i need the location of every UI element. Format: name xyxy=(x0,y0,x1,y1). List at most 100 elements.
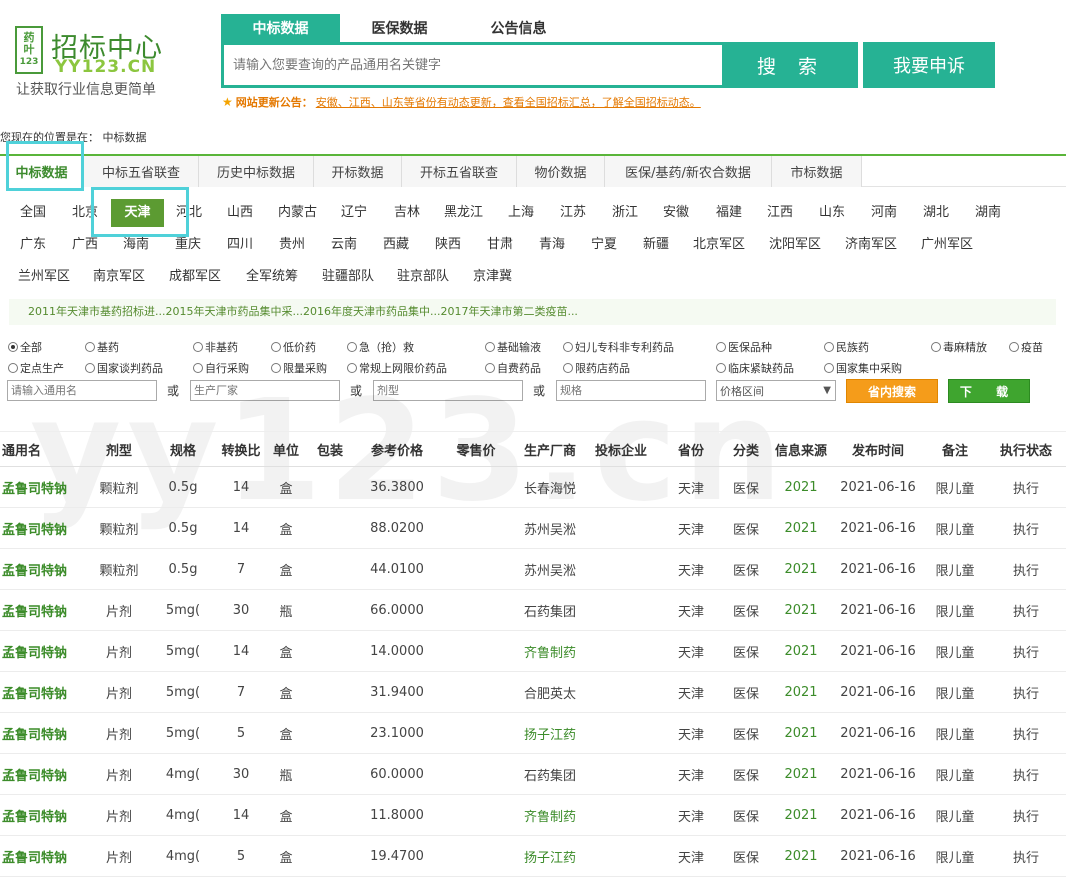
search-tab-insurance-data[interactable]: 医保数据 xyxy=(340,14,459,42)
table-row[interactable]: 孟鲁司特钠 片剂 4mg(5 盒 19.4700 扬子江药 天津 医保 2021 2021-06-… xyxy=(0,836,1066,877)
province-item[interactable]: 青海 xyxy=(539,231,565,259)
table-row[interactable]: 孟鲁司特钠 片剂 5mg(30 瓶 66.0000 石药集团 天津 医保 2021 2021-06… xyxy=(0,590,1066,631)
category-radio[interactable]: 妇儿专科非专利药品 xyxy=(563,339,674,355)
category-radio[interactable]: 急（抢）救 xyxy=(347,339,414,355)
province-item[interactable]: 山东 xyxy=(819,199,845,227)
province-item[interactable]: 广东 xyxy=(20,231,46,259)
cell-name[interactable]: 孟鲁司特钠 xyxy=(2,549,77,589)
cell-mfr[interactable]: 齐鲁制药 xyxy=(515,795,585,835)
tab-five-province[interactable]: 中标五省联查 xyxy=(84,156,199,187)
category-radio[interactable]: 限量采购 xyxy=(271,360,327,376)
tab-price-data[interactable]: 物价数据 xyxy=(517,156,605,187)
cell-src[interactable]: 2021 xyxy=(770,754,832,794)
province-item[interactable]: 上海 xyxy=(508,199,534,227)
search-tab-announcements[interactable]: 公告信息 xyxy=(459,14,578,42)
cell-src[interactable]: 2021 xyxy=(770,590,832,630)
cell-src[interactable]: 2021 xyxy=(770,467,832,507)
category-radio[interactable]: 全部 xyxy=(8,339,42,355)
province-item[interactable]: 南京军区 xyxy=(93,263,145,291)
province-item[interactable]: 河南 xyxy=(871,199,897,227)
province-item[interactable]: 湖南 xyxy=(975,199,1001,227)
tab-opening-five-province[interactable]: 开标五省联查 xyxy=(402,156,517,187)
category-radio[interactable]: 定点生产 xyxy=(8,360,64,376)
logo-url[interactable]: YY123.CN xyxy=(55,57,156,77)
cell-name[interactable]: 孟鲁司特钠 xyxy=(2,467,77,507)
category-radio[interactable]: 限药店药品 xyxy=(563,360,630,376)
cell-mfr[interactable]: 齐鲁制药 xyxy=(515,631,585,671)
cell-name[interactable]: 孟鲁司特钠 xyxy=(2,508,77,548)
notice-link[interactable]: 安徽、江西、山东等省份有动态更新，查看全国招标汇总，了解全国招标动态。 xyxy=(316,94,701,110)
price-range-select[interactable]: 价格区间 ▼ xyxy=(716,380,836,401)
table-row[interactable]: 孟鲁司特钠 片剂 5mg(14 盒 14.0000 齐鲁制药 天津 医保 2021 2021-06… xyxy=(0,631,1066,672)
cell-name[interactable]: 孟鲁司特钠 xyxy=(2,590,77,630)
cell-src[interactable]: 2021 xyxy=(770,508,832,548)
cell-name[interactable]: 孟鲁司特钠 xyxy=(2,672,77,712)
download-button[interactable]: 下 载 xyxy=(948,379,1030,403)
province-item[interactable]: 福建 xyxy=(716,199,742,227)
table-row[interactable]: 孟鲁司特钠 颗粒剂 0.5g 7 盒 44.0100 苏州吴淞 天津 医保 2021 2021-06… xyxy=(0,549,1066,590)
search-button[interactable]: 搜 索 xyxy=(724,42,858,88)
category-radio[interactable]: 疫苗 xyxy=(1009,339,1043,355)
cell-name[interactable]: 孟鲁司特钠 xyxy=(2,795,77,835)
province-item[interactable]: 甘肃 xyxy=(487,231,513,259)
announcement-links[interactable]: 2011年天津市基药招标进...2015年天津市药品集中采...2016年度天津… xyxy=(9,299,1056,325)
complain-button[interactable]: 我要申诉 xyxy=(863,42,995,88)
category-radio[interactable]: 毒麻精放 xyxy=(931,339,987,355)
table-row[interactable]: 孟鲁司特钠 片剂 4mg(14 盒 11.8000 齐鲁制药 天津 医保 2021 2021-06… xyxy=(0,795,1066,836)
province-item[interactable]: 沈阳军区 xyxy=(769,231,821,259)
cell-mfr[interactable]: 扬子江药 xyxy=(515,836,585,876)
category-radio[interactable]: 自费药品 xyxy=(485,360,541,376)
tab-insurance-data[interactable]: 医保/基药/新农合数据 xyxy=(605,156,772,187)
province-item[interactable]: 辽宁 xyxy=(341,199,367,227)
province-item[interactable]: 驻疆部队 xyxy=(322,263,374,291)
province-search-button[interactable]: 省内搜索 xyxy=(846,379,938,403)
name-input[interactable] xyxy=(7,380,157,401)
table-row[interactable]: 孟鲁司特钠 颗粒剂 0.5g 14 盒 36.3800 长春海悦 天津 医保 2021 2021-0… xyxy=(0,467,1066,508)
province-item[interactable]: 北京军区 xyxy=(693,231,745,259)
province-item[interactable]: 新疆 xyxy=(643,231,669,259)
category-radio[interactable]: 非基药 xyxy=(193,339,238,355)
cell-src[interactable]: 2021 xyxy=(770,631,832,671)
spec-input[interactable] xyxy=(556,380,706,401)
cell-name[interactable]: 孟鲁司特钠 xyxy=(2,754,77,794)
province-item[interactable]: 京津冀 xyxy=(473,263,512,291)
tab-city-data[interactable]: 市标数据 xyxy=(772,156,862,187)
table-row[interactable]: 孟鲁司特钠 片剂 5mg(5 盒 23.1000 扬子江药 天津 医保 2021 2021-06-… xyxy=(0,713,1066,754)
province-item[interactable]: 兰州军区 xyxy=(18,263,70,291)
province-item[interactable]: 全军统筹 xyxy=(246,263,298,291)
cell-src[interactable]: 2021 xyxy=(770,836,832,876)
cell-name[interactable]: 孟鲁司特钠 xyxy=(2,631,77,671)
tab-history[interactable]: 历史中标数据 xyxy=(199,156,314,187)
province-item[interactable]: 广州军区 xyxy=(921,231,973,259)
category-radio[interactable]: 国家谈判药品 xyxy=(85,360,163,376)
province-item[interactable]: 西藏 xyxy=(383,231,409,259)
province-item[interactable]: 吉林 xyxy=(394,199,420,227)
cell-name[interactable]: 孟鲁司特钠 xyxy=(2,836,77,876)
province-item[interactable]: 内蒙古 xyxy=(278,199,317,227)
cell-src[interactable]: 2021 xyxy=(770,795,832,835)
cell-src[interactable]: 2021 xyxy=(770,549,832,589)
category-radio[interactable]: 国家集中采购 xyxy=(824,360,902,376)
cell-mfr[interactable]: 扬子江药 xyxy=(515,713,585,753)
category-radio[interactable]: 常规上网限价药品 xyxy=(347,360,447,376)
category-radio[interactable]: 医保品种 xyxy=(716,339,772,355)
cell-src[interactable]: 2021 xyxy=(770,713,832,753)
province-item[interactable]: 全国 xyxy=(20,199,46,227)
category-radio[interactable]: 民族药 xyxy=(824,339,869,355)
province-item[interactable]: 驻京部队 xyxy=(397,263,449,291)
tab-opening-data[interactable]: 开标数据 xyxy=(314,156,402,187)
province-item[interactable]: 宁夏 xyxy=(591,231,617,259)
province-item[interactable]: 济南军区 xyxy=(845,231,897,259)
category-radio[interactable]: 低价药 xyxy=(271,339,316,355)
province-item[interactable]: 安徽 xyxy=(663,199,689,227)
manufacturer-input[interactable] xyxy=(190,380,340,401)
category-radio[interactable]: 基础输液 xyxy=(485,339,541,355)
table-row[interactable]: 孟鲁司特钠 片剂 5mg(7 盒 31.9400 合肥英太 天津 医保 2021 2021-06-… xyxy=(0,672,1066,713)
table-row[interactable]: 孟鲁司特钠 片剂 4mg(30 瓶 60.0000 石药集团 天津 医保 2021 2021-06… xyxy=(0,754,1066,795)
category-radio[interactable]: 自行采购 xyxy=(193,360,249,376)
category-radio[interactable]: 临床紧缺药品 xyxy=(716,360,794,376)
province-item[interactable]: 四川 xyxy=(227,231,253,259)
province-item[interactable]: 山西 xyxy=(227,199,253,227)
table-row[interactable]: 孟鲁司特钠 颗粒剂 0.5g 14 盒 88.0200 苏州吴淞 天津 医保 2021 2021-0… xyxy=(0,508,1066,549)
category-radio[interactable]: 基药 xyxy=(85,339,119,355)
